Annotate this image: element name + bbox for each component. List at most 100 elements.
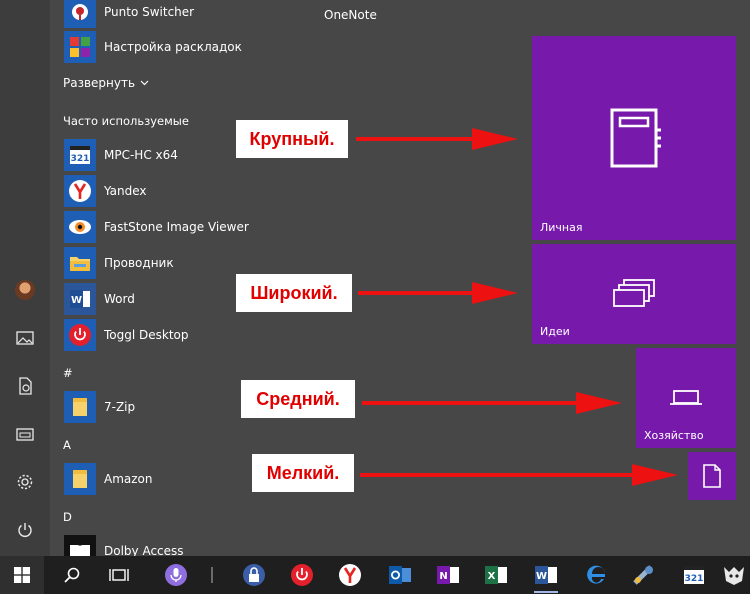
cortana-mic-icon (165, 564, 187, 586)
outlook-icon (389, 566, 411, 584)
app-label: Word (104, 292, 135, 306)
app-item-word[interactable]: W Word (64, 282, 135, 316)
keepass-icon (243, 564, 265, 586)
toggl-icon (64, 319, 96, 351)
annotation-medium: Средний. (241, 380, 355, 418)
taskbar-app-word[interactable]: W (524, 556, 568, 594)
app-label: Amazon (104, 472, 153, 486)
taskbar-app-edge[interactable] (574, 556, 618, 594)
app-item-punto-switcher[interactable]: Punto Switcher (64, 0, 194, 29)
pictures-button[interactable] (0, 318, 50, 358)
avatar (15, 280, 35, 300)
edge-icon (587, 565, 605, 584)
arrow-wide (358, 282, 518, 304)
folder-icon (64, 391, 96, 423)
taskbar-app-mpc-hc[interactable]: 321 (672, 556, 716, 594)
app-label: 7-Zip (104, 400, 136, 414)
word-icon: W (64, 283, 96, 315)
expand-label: Развернуть (63, 76, 136, 90)
cortana-button[interactable] (154, 556, 198, 594)
app-item-layout-settings[interactable]: Настройка раскладок (64, 30, 242, 64)
taskbar-app-faststone[interactable] (622, 556, 666, 594)
power-icon (18, 523, 32, 537)
annotation-large: Крупный. (236, 120, 348, 158)
app-label: Toggl Desktop (104, 328, 189, 342)
tile-large[interactable]: Личная (532, 36, 736, 240)
taskbar-app-outlook[interactable] (378, 556, 422, 594)
file-explorer-button[interactable] (0, 414, 50, 454)
mpc-hc-icon: 321 (684, 566, 704, 584)
taskbar-app-onenote[interactable]: N (426, 556, 470, 594)
onenote-icon: N (437, 566, 459, 584)
folder-icon (64, 463, 96, 495)
app-item-explorer[interactable]: Проводник (64, 246, 174, 280)
annotation-small: Мелкий. (252, 454, 354, 492)
active-app-indicator (534, 591, 558, 593)
tile-wide[interactable]: Идеи (532, 244, 736, 344)
app-item-yandex[interactable]: Yandex (64, 174, 147, 208)
svg-text:W: W (71, 295, 82, 306)
notebook-icon (610, 108, 661, 168)
task-view-button[interactable] (97, 556, 141, 594)
arrow-small (360, 464, 678, 486)
settings-button[interactable] (0, 462, 50, 502)
page-icon (703, 464, 721, 488)
punto-switcher-icon (64, 0, 96, 28)
power-button[interactable] (0, 510, 50, 550)
app-label: Проводник (104, 256, 174, 270)
stacked-pages-icon (613, 279, 655, 307)
svg-text:X: X (488, 571, 496, 582)
app-item-mpc-hc[interactable]: 321 MPC-HC x64 (64, 138, 178, 172)
layout-settings-icon (64, 31, 96, 63)
documents-icon (19, 377, 32, 395)
yandex-icon (64, 175, 96, 207)
expand-button[interactable]: Развернуть (63, 76, 149, 90)
app-label: Yandex (104, 184, 147, 198)
excel-icon: X (485, 566, 507, 584)
folder-icon (64, 247, 96, 279)
word-icon: W (535, 566, 557, 584)
svg-text:321: 321 (71, 154, 90, 164)
app-item-toggl[interactable]: Toggl Desktop (64, 318, 189, 352)
tile-small[interactable] (688, 452, 736, 500)
taskbar-app-excel[interactable]: X (474, 556, 518, 594)
section-letter[interactable]: D (63, 510, 72, 524)
dolby-icon (64, 535, 96, 556)
start-button[interactable] (0, 556, 44, 594)
search-button[interactable] (50, 556, 94, 594)
app-item-7zip[interactable]: 7-Zip (64, 390, 135, 424)
toggl-icon (291, 564, 313, 586)
app-label: Dolby Access (104, 544, 184, 556)
tile-group-title[interactable]: OneNote (324, 8, 377, 22)
tile-label: Хозяйство (644, 429, 704, 442)
app-item-faststone[interactable]: FastStone Image Viewer (64, 210, 249, 244)
file-explorer-icon (16, 428, 34, 441)
taskbar-app-toggl[interactable] (280, 556, 324, 594)
pictures-icon (16, 331, 34, 345)
user-avatar[interactable] (0, 270, 50, 310)
frequent-header: Часто используемые (63, 114, 189, 128)
task-view-icon (109, 569, 129, 581)
svg-text:W: W (536, 571, 547, 582)
mpc-hc-icon: 321 (64, 139, 96, 171)
tile-label: Идеи (540, 325, 570, 338)
arrow-large (356, 128, 518, 150)
laptop-icon (670, 390, 702, 405)
faststone-icon (633, 565, 653, 585)
faststone-icon (64, 211, 96, 243)
tile-medium[interactable]: Хозяйство (636, 348, 736, 448)
documents-button[interactable] (0, 366, 50, 406)
section-letter[interactable]: # (63, 366, 73, 380)
annotation-wide: Широкий. (236, 274, 352, 312)
app-label: Настройка раскладок (104, 40, 242, 54)
arrow-medium (362, 392, 622, 414)
taskbar-app-yandex[interactable] (328, 556, 372, 594)
taskbar: N X W 321 (0, 556, 750, 594)
section-letter[interactable]: A (63, 438, 71, 452)
windows-start-icon (14, 567, 30, 583)
taskbar-app-media-player[interactable] (718, 556, 750, 594)
app-item-amazon[interactable]: Amazon (64, 462, 153, 496)
app-item-dolby[interactable]: Dolby Access (64, 534, 184, 556)
app-label: MPC-HC x64 (104, 148, 178, 162)
taskbar-app-keepass[interactable] (232, 556, 276, 594)
